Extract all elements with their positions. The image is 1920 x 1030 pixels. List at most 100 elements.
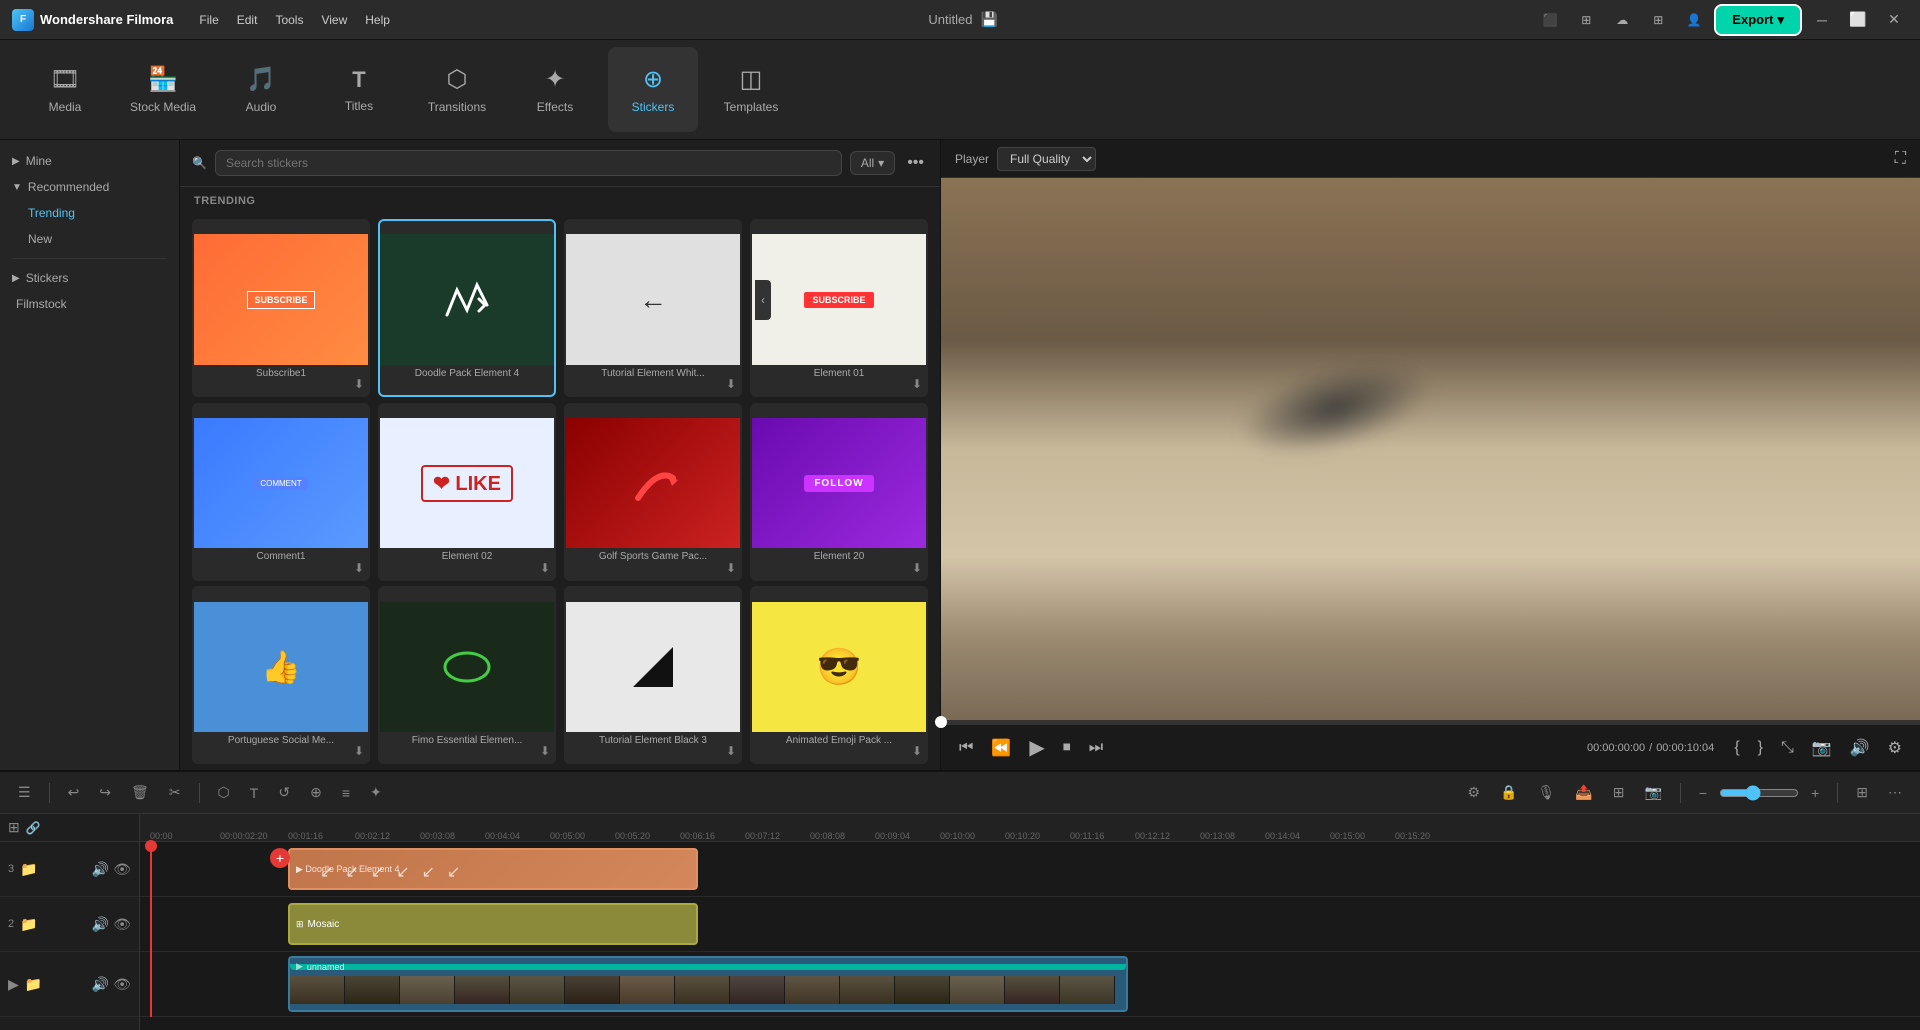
sticker-card-element20[interactable]: FOLLOW Element 20 ⬇: [750, 403, 928, 581]
timeline-tracks-content[interactable]: 00:00 00:00:02:20 00:01:16 00:02:12 00:0…: [140, 814, 1920, 1030]
download-icon-11[interactable]: ⬇: [912, 744, 922, 758]
play-button[interactable]: ▶: [1023, 731, 1050, 764]
sticker-card-element01[interactable]: SUBSCRIBE Element 01 ⬇: [750, 219, 928, 397]
menu-view[interactable]: View: [321, 13, 347, 27]
speed-button[interactable]: ⊕: [304, 780, 328, 805]
player-timeline-thumb[interactable]: [935, 716, 947, 728]
settings-icon[interactable]: ⚙: [1882, 734, 1908, 762]
out-point-icon[interactable]: }: [1752, 735, 1769, 761]
crop-timeline-button[interactable]: ⬡: [212, 780, 236, 805]
lock-button[interactable]: 🔒: [1494, 780, 1523, 805]
more-timeline-button[interactable]: ⋯: [1882, 780, 1908, 805]
sticker-card-comment1[interactable]: COMMENT Comment1 ⬇: [192, 403, 370, 581]
menu-file[interactable]: File: [199, 13, 218, 27]
recommended-section-header[interactable]: ▼ Recommended: [0, 174, 179, 200]
download-icon-6[interactable]: ⬇: [726, 561, 736, 575]
track1-audio-icon[interactable]: 🔊: [92, 976, 109, 993]
zoom-slider[interactable]: [1719, 785, 1799, 801]
tab-stock-media[interactable]: 🏪 Stock Media: [118, 47, 208, 132]
sticker-card-emoji[interactable]: 😎 Animated Emoji Pack ... ⬇: [750, 586, 928, 764]
sticker-card-portuguese[interactable]: 👍 Portuguese Social Me... ⬇: [192, 586, 370, 764]
sticker-card-tutorial[interactable]: ← Tutorial Element Whit... ⬇: [564, 219, 742, 397]
mine-section-header[interactable]: ▶ Mine: [0, 148, 179, 174]
download-icon-0[interactable]: ⬇: [354, 377, 364, 391]
track1-eye-icon[interactable]: 👁: [113, 976, 131, 993]
stickers-section-header[interactable]: ▶ Stickers: [0, 265, 179, 291]
more-options-button[interactable]: •••: [903, 150, 928, 176]
sticker-card-subscribe1[interactable]: SUBSCRIBE Subscribe1 ⬇: [192, 219, 370, 397]
record-button[interactable]: 🎙: [1532, 780, 1562, 805]
screenshot-timeline-button[interactable]: 📷: [1638, 780, 1667, 805]
sticker-card-golf[interactable]: Golf Sports Game Pac... ⬇: [564, 403, 742, 581]
download-icon-10[interactable]: ⬇: [726, 744, 736, 758]
rotate-button[interactable]: ↺: [272, 780, 296, 805]
cut-button[interactable]: ✂: [163, 780, 187, 805]
sticker-card-element02[interactable]: ❤ LIKE Element 02 ⬇: [378, 403, 556, 581]
tab-media[interactable]: 🎞 Media: [20, 47, 110, 132]
download-icon-5[interactable]: ⬇: [540, 561, 550, 575]
tab-transitions[interactable]: ⬡ Transitions: [412, 47, 502, 132]
video-clip[interactable]: ▶ unnamed: [288, 956, 1128, 1012]
player-timeline-bar[interactable]: [941, 720, 1920, 724]
quality-select[interactable]: Full Quality: [997, 147, 1096, 171]
minimize-screen-icon[interactable]: ⬛: [1536, 6, 1564, 34]
crop-icon[interactable]: ⤡: [1775, 735, 1800, 761]
prev-frame-button[interactable]: ⏮: [953, 735, 979, 761]
tab-audio[interactable]: 🎵 Audio: [216, 47, 306, 132]
menu-help[interactable]: Help: [365, 13, 390, 27]
effects-timeline-button[interactable]: ✦: [364, 780, 388, 805]
delete-button[interactable]: 🗑: [125, 780, 155, 805]
menu-tools[interactable]: Tools: [275, 13, 303, 27]
mosaic-clip[interactable]: ⊞ Mosaic: [288, 903, 698, 945]
download-icon-3[interactable]: ⬇: [912, 377, 922, 391]
layout-icon[interactable]: ⊞: [1572, 6, 1600, 34]
adjust-button[interactable]: ≡: [336, 781, 356, 805]
profile-icon[interactable]: 👤: [1680, 6, 1708, 34]
sidebar-item-trending[interactable]: Trending: [0, 200, 179, 226]
sticker-clip[interactable]: ▶ Doodle Pack Element 4 ↙ ↙ ↙ ↙ ↙ ↙: [288, 848, 698, 890]
download-icon-4[interactable]: ⬇: [354, 561, 364, 575]
tab-templates[interactable]: ◫ Templates: [706, 47, 796, 132]
redo-button[interactable]: ↪: [93, 780, 117, 805]
volume-icon[interactable]: 🔊: [1844, 734, 1876, 762]
zoom-in-button[interactable]: +: [1805, 781, 1825, 805]
add-track-icon[interactable]: ⊞: [8, 819, 20, 836]
sidebar-item-new[interactable]: New: [0, 226, 179, 252]
sidebar-item-filmstock[interactable]: Filmstock: [0, 291, 179, 317]
in-point-icon[interactable]: {: [1728, 735, 1745, 761]
timeline-menu-button[interactable]: ☰: [12, 780, 37, 805]
tab-titles[interactable]: T Titles: [314, 47, 404, 132]
tab-effects[interactable]: ✦ Effects: [510, 47, 600, 132]
grid-icon[interactable]: ⊞: [1644, 6, 1672, 34]
sticker-card-tutorial-black[interactable]: Tutorial Element Black 3 ⬇: [564, 586, 742, 764]
filter-button[interactable]: All ▾: [850, 151, 895, 175]
text-button[interactable]: T: [244, 781, 265, 805]
track1-folder-icon[interactable]: 📁: [25, 976, 42, 993]
window-minimize-button[interactable]: ─: [1808, 6, 1836, 34]
panel-collapse-button[interactable]: ‹: [755, 280, 771, 320]
track3-folder-icon[interactable]: 📁: [20, 861, 37, 878]
sticker-card-fimo[interactable]: Fimo Essential Elemen... ⬇: [378, 586, 556, 764]
zoom-out-button[interactable]: −: [1693, 781, 1713, 805]
download-icon-2[interactable]: ⬇: [726, 377, 736, 391]
export-timeline-button[interactable]: 📤: [1569, 780, 1598, 805]
cloud-icon[interactable]: ☁: [1608, 6, 1636, 34]
layers-button[interactable]: ⊞: [1607, 780, 1631, 805]
track3-eye-icon[interactable]: 👁: [113, 861, 131, 878]
download-icon-9[interactable]: ⬇: [540, 744, 550, 758]
track1-play-icon[interactable]: ▶: [8, 976, 19, 993]
fullscreen-icon[interactable]: ⛶: [1895, 150, 1906, 168]
search-input[interactable]: [215, 150, 842, 176]
window-maximize-button[interactable]: ⬜: [1844, 6, 1872, 34]
save-icon[interactable]: 💾: [980, 11, 997, 28]
tab-stickers[interactable]: ⊕ Stickers: [608, 47, 698, 132]
track3-audio-icon[interactable]: 🔊: [92, 861, 109, 878]
stop-button[interactable]: ⏹: [1057, 735, 1077, 761]
play-back-button[interactable]: ⏪: [985, 734, 1017, 762]
export-button[interactable]: Export ▾: [1716, 6, 1800, 34]
track2-folder-icon[interactable]: 📁: [20, 916, 37, 933]
download-icon-7[interactable]: ⬇: [912, 561, 922, 575]
link-icon[interactable]: 🔗: [26, 821, 41, 835]
next-frame-button[interactable]: ⏭: [1083, 735, 1109, 761]
grid-view-button[interactable]: ⊞: [1850, 780, 1874, 805]
